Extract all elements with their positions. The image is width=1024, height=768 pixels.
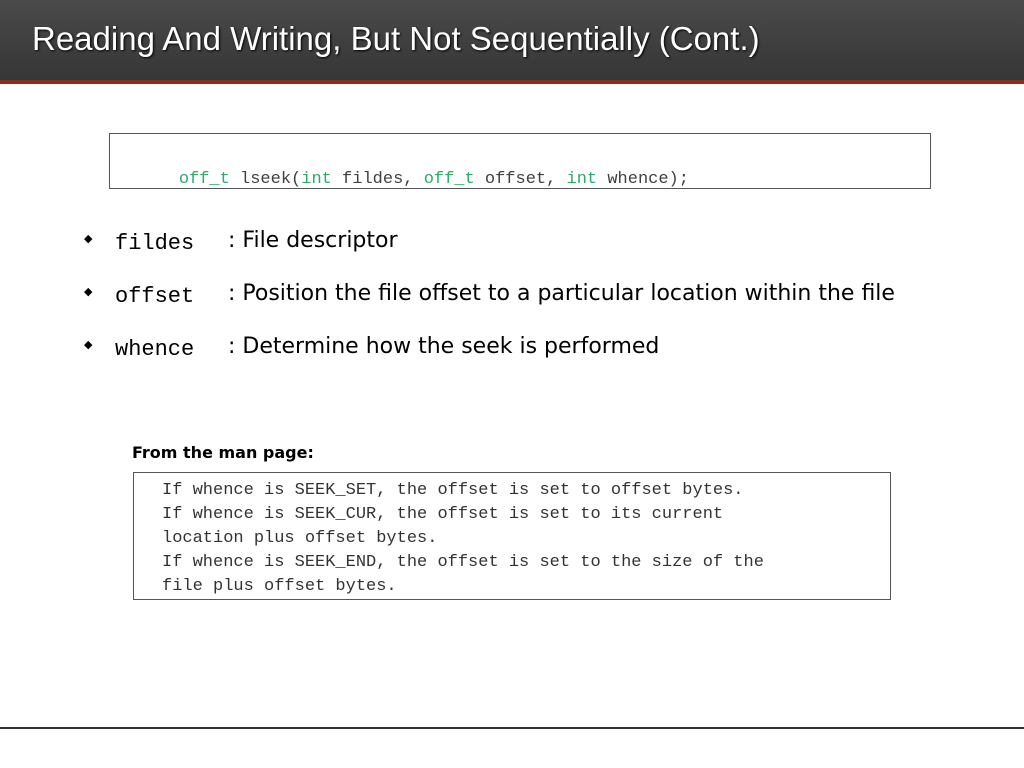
diamond-bullet-icon: ◆	[84, 232, 93, 245]
signature-token: offset,	[474, 170, 567, 189]
man-page-line: location plus offset bytes.	[162, 529, 438, 548]
man-page-line: If whence is SEEK_END, the offset is set…	[162, 553, 764, 572]
man-page-label: From the man page:	[132, 443, 314, 462]
man-page-line: If whence is SEEK_CUR, the offset is set…	[162, 505, 724, 524]
function-signature-box: off_t lseek(int fildes, off_t offset, in…	[109, 133, 931, 189]
diamond-bullet-icon: ◆	[84, 338, 93, 351]
parameter-name: offset	[115, 284, 195, 309]
slide-title: Reading And Writing, But Not Sequentiall…	[32, 20, 760, 57]
parameter-name: whence	[115, 337, 195, 362]
signature-token: whence);	[597, 170, 689, 189]
parameter-name: fildes	[115, 231, 195, 256]
signature-token: int	[301, 170, 332, 189]
diamond-bullet-icon: ◆	[84, 285, 93, 298]
parameter-description: : Determine how the seek is performed	[228, 334, 660, 359]
signature-token: off_t	[178, 170, 230, 189]
parameter-description: : Position the file offset to a particul…	[228, 281, 895, 306]
title-accent-line	[0, 80, 1024, 84]
signature-token: int	[566, 170, 598, 189]
title-bar: Reading And Writing, But Not Sequentiall…	[0, 0, 1024, 80]
man-page-line: If whence is SEEK_SET, the offset is set…	[162, 481, 744, 500]
signature-token: fildes,	[331, 170, 424, 189]
man-page-line: file plus offset bytes.	[162, 577, 397, 596]
bottom-divider	[0, 727, 1024, 729]
man-page-box: If whence is SEEK_SET, the offset is set…	[133, 472, 891, 600]
signature-token: off_t	[423, 170, 475, 189]
signature-token: lseek(	[229, 170, 302, 189]
parameter-description: : File descriptor	[228, 228, 398, 253]
man-page-text: If whence is SEEK_SET, the offset is set…	[162, 479, 764, 599]
function-signature: off_t lseek(int fildes, off_t offset, in…	[138, 151, 689, 208]
